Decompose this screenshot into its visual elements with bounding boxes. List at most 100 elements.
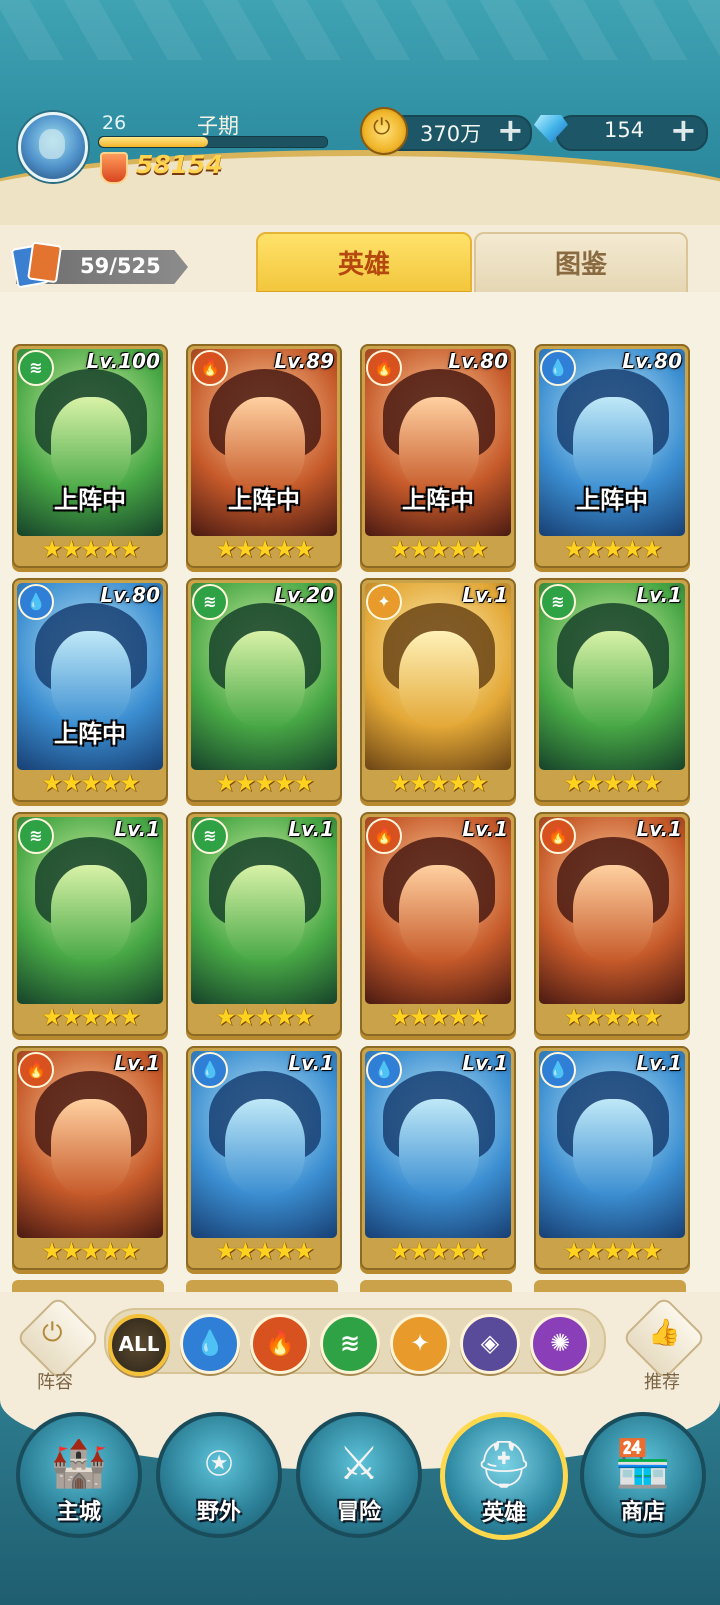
- hero-card[interactable]: 🔥 Lv.1 ★★★★★: [534, 812, 690, 1036]
- sword-icon: ⚔: [338, 1436, 380, 1490]
- player-level-box: 26 子期: [92, 108, 330, 148]
- hero-card[interactable]: 💧 Lv.1 ★★★★★: [360, 1046, 516, 1270]
- star-rating: ★★★★★: [563, 769, 663, 797]
- nav-main-city[interactable]: 🏰 主城: [16, 1412, 142, 1538]
- hero-card-partial: [186, 1280, 338, 1292]
- nav-label: 商店: [620, 1500, 665, 1525]
- hero-card[interactable]: 💧 Lv.1 ★★★★★: [186, 1046, 342, 1270]
- hero-card[interactable]: ✦ Lv.1 ★★★★★: [360, 578, 516, 802]
- hero-card[interactable]: 🔥 Lv.89 上阵中 ★★★★★: [186, 344, 342, 568]
- hero-card[interactable]: ≋ Lv.20 ★★★★★: [186, 578, 342, 802]
- star-rating: ★★★★★: [389, 769, 489, 797]
- hero-cards-icon: [10, 243, 50, 289]
- fire-element-icon: 🔥: [540, 818, 576, 854]
- star-rating: ★★★★★: [215, 1237, 315, 1265]
- hero-card[interactable]: ≋ Lv.1 ★★★★★: [534, 578, 690, 802]
- hero-face: [51, 865, 131, 961]
- gold-value: 370万: [420, 122, 482, 146]
- hero-card[interactable]: ≋ Lv.100 上阵中 ★★★★★: [12, 344, 168, 568]
- nature-element-icon: ≋: [18, 818, 54, 854]
- hero-card-partial: [534, 1280, 686, 1292]
- fire-element-icon: 🔥: [366, 350, 402, 386]
- hero-level: Lv.80: [100, 583, 160, 607]
- hero-face: [225, 631, 305, 727]
- star-rating: ★★★★★: [563, 1003, 663, 1031]
- hero-level: Lv.1: [288, 1051, 334, 1075]
- hero-card[interactable]: 💧 Lv.80 上阵中 ★★★★★: [12, 578, 168, 802]
- nature-element-icon[interactable]: ≋: [320, 1314, 380, 1374]
- hero-level: Lv.1: [288, 817, 334, 841]
- xp-bar: [98, 136, 328, 148]
- filter-all-chip[interactable]: ALL: [108, 1314, 170, 1376]
- nav-wild[interactable]: ⍟ 野外: [156, 1412, 282, 1538]
- nav-adventure[interactable]: ⚔ 冒险: [296, 1412, 422, 1538]
- nature-element-icon: ≋: [18, 350, 54, 386]
- on-team-label: 上阵中: [228, 486, 300, 514]
- tab-codex[interactable]: 图鉴: [474, 232, 688, 296]
- nature-element-icon: ≋: [192, 818, 228, 854]
- fire-element-icon: 🔥: [18, 1052, 54, 1088]
- arcane-element-icon[interactable]: ✺: [530, 1314, 590, 1374]
- hero-face: [573, 631, 653, 727]
- hero-card[interactable]: ≋ Lv.1 ★★★★★: [12, 812, 168, 1036]
- hero-face: [225, 865, 305, 961]
- light-element-icon[interactable]: ✦: [390, 1314, 450, 1374]
- combat-power-icon: [100, 152, 128, 184]
- hero-card[interactable]: 💧 Lv.80 上阵中 ★★★★★: [534, 344, 690, 568]
- hero-card[interactable]: ≋ Lv.1 ★★★★★: [186, 812, 342, 1036]
- nav-heroes[interactable]: ⛑ 英雄: [440, 1412, 568, 1540]
- dark-element-icon[interactable]: ◈: [460, 1314, 520, 1374]
- player-avatar[interactable]: [18, 112, 88, 182]
- star-rating: ★★★★★: [389, 535, 489, 563]
- player-level: 26: [102, 112, 127, 134]
- star-rating: ★★★★★: [215, 535, 315, 563]
- star-rating: ★★★★★: [389, 1003, 489, 1031]
- water-element-icon: 💧: [366, 1052, 402, 1088]
- hero-card-partial: [360, 1280, 512, 1292]
- hero-card[interactable]: 🔥 Lv.80 上阵中 ★★★★★: [360, 344, 516, 568]
- fire-element-icon: 🔥: [192, 350, 228, 386]
- on-team-label: 上阵中: [402, 486, 474, 514]
- star-rating: ★★★★★: [215, 1003, 315, 1031]
- hero-card[interactable]: 🔥 Lv.1 ★★★★★: [12, 1046, 168, 1270]
- hero-level: Lv.1: [636, 583, 682, 607]
- hero-grid: ≋ Lv.100 上阵中 ★★★★★ 🔥 Lv.89 上阵中 ★★★★★ 🔥 Lv.80 上阵中 ★★…: [0, 292, 720, 1292]
- hero-face: [399, 397, 479, 493]
- fire-element-icon: 🔥: [366, 818, 402, 854]
- hero-level: Lv.1: [636, 1051, 682, 1075]
- hero-card[interactable]: 💧 Lv.1 ★★★★★: [534, 1046, 690, 1270]
- add-gems-button[interactable]: +: [670, 112, 697, 148]
- star-rating: ★★★★★: [563, 1237, 663, 1265]
- nav-label: 冒险: [336, 1500, 381, 1525]
- hero-level: Lv.1: [114, 1051, 160, 1075]
- water-element-icon: 💧: [540, 350, 576, 386]
- nav-shop[interactable]: 🏪 商店: [580, 1412, 706, 1538]
- nature-element-icon: ≋: [540, 584, 576, 620]
- water-element-icon: 💧: [192, 1052, 228, 1088]
- hero-count: 59/525: [80, 254, 161, 278]
- lineup-label: 阵容: [37, 1372, 73, 1393]
- hero-level: Lv.1: [636, 817, 682, 841]
- hero-face: [225, 1099, 305, 1195]
- hero-level: Lv.80: [622, 349, 682, 373]
- on-team-label: 上阵中: [54, 720, 126, 748]
- tab-heroes[interactable]: 英雄: [256, 232, 472, 304]
- hero-face: [573, 865, 653, 961]
- nav-label: 英雄: [481, 1501, 526, 1526]
- hero-level: Lv.89: [274, 349, 334, 373]
- recommend-label: 推荐: [644, 1372, 680, 1393]
- star-rating: ★★★★★: [563, 535, 663, 563]
- hero-level: Lv.1: [462, 583, 508, 607]
- star-rating: ★★★★★: [41, 1237, 141, 1265]
- star-rating: ★★★★★: [41, 769, 141, 797]
- hero-face: [51, 1099, 131, 1195]
- hero-level: Lv.1: [114, 817, 160, 841]
- fire-element-icon[interactable]: 🔥: [250, 1314, 310, 1374]
- helmet-icon: ⛑: [474, 1437, 534, 1491]
- water-element-icon: 💧: [540, 1052, 576, 1088]
- add-gold-button[interactable]: +: [497, 112, 524, 148]
- hero-card[interactable]: 🔥 Lv.1 ★★★★★: [360, 812, 516, 1036]
- on-team-label: 上阵中: [576, 486, 648, 514]
- hero-face: [573, 1099, 653, 1195]
- water-element-icon[interactable]: 💧: [180, 1314, 240, 1374]
